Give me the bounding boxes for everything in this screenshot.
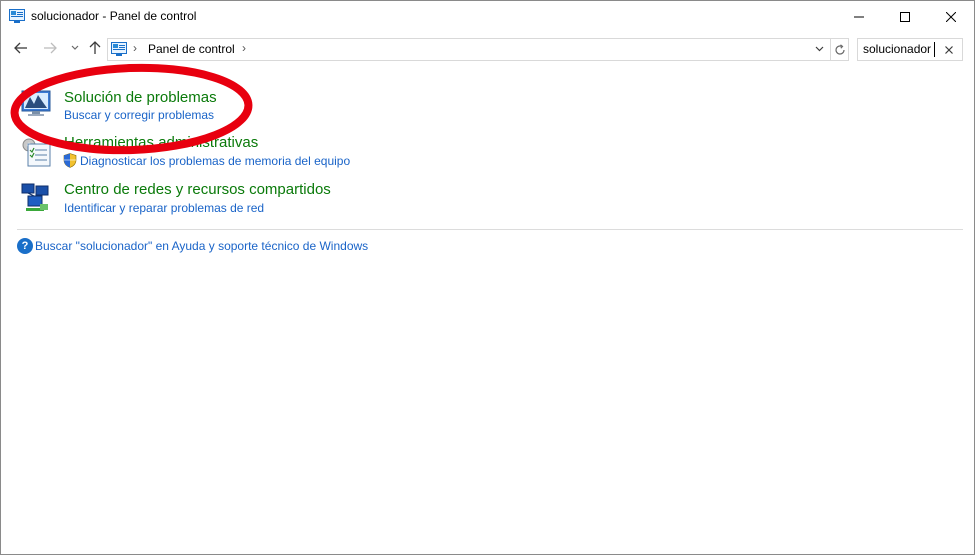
maximize-button[interactable] xyxy=(882,1,928,32)
result-title[interactable]: Centro de redes y recursos compartidos xyxy=(64,181,331,198)
navigation-bar: › Panel de control › xyxy=(1,34,974,64)
troubleshooting-icon xyxy=(21,90,51,116)
address-dropdown-button[interactable] xyxy=(812,42,826,56)
forward-button[interactable] xyxy=(40,38,60,58)
search-input[interactable]: solucionador xyxy=(857,38,963,61)
help-icon: ? xyxy=(17,238,33,254)
control-panel-window: solucionador - Panel de control › Panel … xyxy=(0,0,975,555)
title-bar: solucionador - Panel de control xyxy=(1,1,974,32)
result-title[interactable]: Herramientas administrativas xyxy=(64,134,258,151)
control-panel-icon xyxy=(9,9,25,23)
window-title: solucionador - Panel de control xyxy=(31,9,197,23)
close-icon xyxy=(946,11,956,22)
refresh-icon xyxy=(835,43,845,55)
breadcrumb-control-panel[interactable]: Panel de control xyxy=(148,42,235,56)
close-button[interactable] xyxy=(928,1,974,32)
admin-tools-icon xyxy=(22,138,51,167)
help-search-text[interactable]: Buscar "solucionador" en Ayuda y soporte… xyxy=(35,239,368,253)
control-panel-icon xyxy=(111,42,127,56)
result-title[interactable]: Solución de problemas xyxy=(64,89,217,106)
back-button[interactable] xyxy=(11,38,31,58)
arrow-left-icon xyxy=(14,42,27,54)
minimize-icon xyxy=(854,16,864,17)
uac-shield-icon xyxy=(63,153,77,168)
network-center-icon xyxy=(21,183,49,211)
up-button[interactable] xyxy=(85,38,105,58)
breadcrumb-separator[interactable]: › xyxy=(133,41,137,55)
chevron-down-icon xyxy=(815,46,823,52)
clear-search-button[interactable] xyxy=(941,42,957,57)
chevron-down-icon xyxy=(71,45,79,50)
result-task-link[interactable]: Buscar y corregir problemas xyxy=(64,108,214,122)
result-task-link[interactable]: Diagnosticar los problemas de memoria de… xyxy=(80,154,350,168)
search-input-value[interactable]: solucionador xyxy=(863,42,931,56)
divider xyxy=(17,229,963,230)
text-caret xyxy=(934,42,935,57)
result-task-link[interactable]: Identificar y reparar problemas de red xyxy=(64,201,264,215)
address-bar[interactable]: › Panel de control › xyxy=(107,38,849,61)
minimize-button[interactable] xyxy=(836,1,882,32)
maximize-icon xyxy=(900,11,910,22)
close-icon xyxy=(945,45,953,54)
arrow-up-icon xyxy=(89,41,101,54)
breadcrumb-separator[interactable]: › xyxy=(242,41,246,55)
arrow-right-icon xyxy=(44,42,57,54)
recent-locations-button[interactable] xyxy=(65,38,85,58)
refresh-button[interactable] xyxy=(830,39,849,60)
